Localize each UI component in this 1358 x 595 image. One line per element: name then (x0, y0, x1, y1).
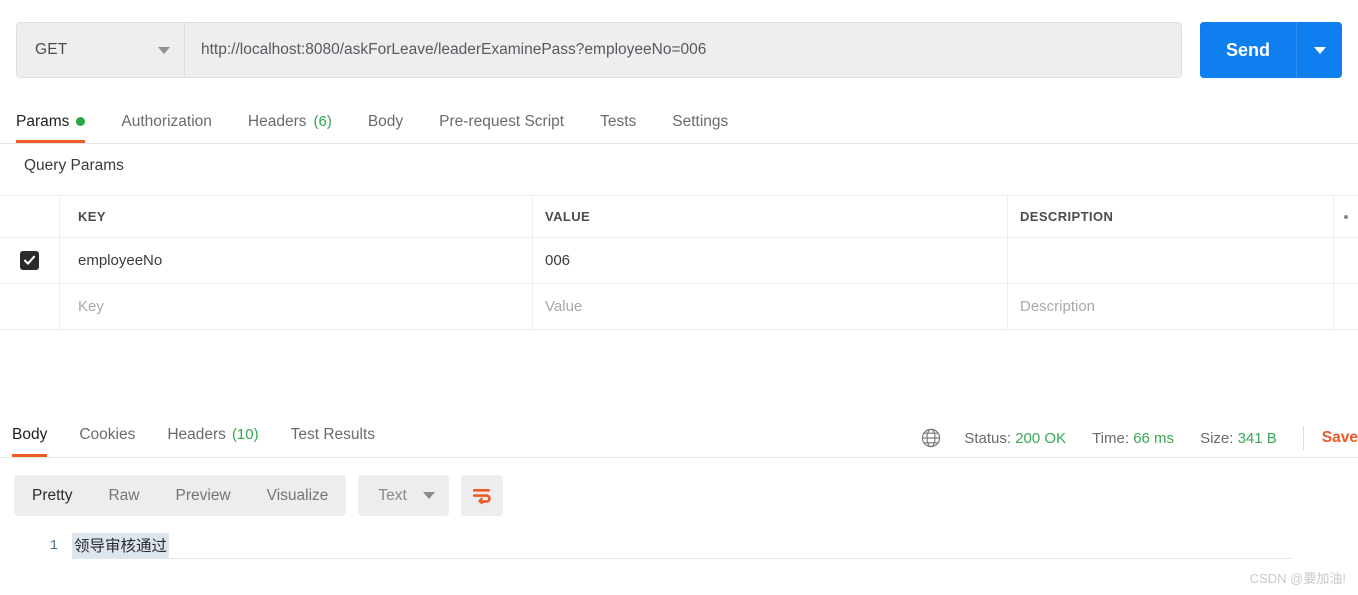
row-checkbox-cell (0, 238, 60, 283)
tab-params[interactable]: Params (16, 100, 103, 143)
tab-settings-label: Settings (672, 112, 729, 130)
time-value: 66 ms (1133, 429, 1175, 447)
param-key-input[interactable]: employeeNo (60, 238, 533, 283)
size-label: Size: (1200, 429, 1234, 447)
tab-body[interactable]: Body (350, 100, 421, 143)
http-method-label: GET (35, 41, 68, 58)
ellipsis-icon (1344, 214, 1348, 219)
time-label: Time: (1092, 429, 1130, 447)
url-bar: GET http://localhost:8080/askForLeave/le… (0, 0, 1358, 100)
response-tab-headers-label: Headers (167, 425, 226, 443)
table-row: Key Value Description (0, 284, 1358, 330)
send-options-button[interactable] (1296, 22, 1342, 78)
send-button[interactable]: Send (1199, 22, 1296, 78)
param-enabled-checkbox[interactable] (20, 251, 39, 270)
meta-divider (1302, 426, 1304, 450)
param-description-input[interactable] (1008, 238, 1334, 283)
tab-authorization[interactable]: Authorization (103, 100, 229, 143)
body-format-select[interactable]: Text (358, 475, 449, 516)
new-row-checkbox-cell (0, 284, 60, 329)
tab-tests-label: Tests (600, 112, 637, 130)
tab-pre-request-script-label: Pre-request Script (439, 112, 565, 130)
tab-settings[interactable]: Settings (654, 100, 746, 143)
tab-params-label: Params (16, 112, 70, 130)
header-value: VALUE (533, 196, 1008, 237)
globe-icon (920, 427, 942, 449)
word-wrap-toggle[interactable] (460, 475, 503, 516)
response-body-toolbar: Pretty Raw Preview Visualize Text (14, 475, 503, 516)
status-label: Status: (964, 429, 1012, 447)
method-url-group: GET http://localhost:8080/askForLeave/le… (16, 22, 1182, 78)
table-header-row: KEY VALUE DESCRIPTION (0, 195, 1358, 238)
tab-headers-label: Headers (247, 112, 307, 130)
body-view-segmented-control: Pretty Raw Preview Visualize (14, 475, 347, 516)
status-badge[interactable]: Status: 200 OK (964, 430, 1066, 447)
body-view-pretty[interactable]: Pretty (14, 475, 90, 516)
response-tab-headers[interactable]: Headers (10) (151, 412, 274, 457)
tab-tests[interactable]: Tests (582, 100, 654, 143)
response-tab-body[interactable]: Body (12, 412, 63, 457)
body-view-raw[interactable]: Raw (90, 475, 157, 516)
params-modified-dot-icon (76, 117, 86, 126)
header-description: DESCRIPTION (1008, 196, 1334, 237)
check-icon (23, 255, 36, 265)
time-badge[interactable]: Time: 66 ms (1092, 430, 1174, 447)
size-value: 341 B (1237, 429, 1277, 447)
tab-authorization-label: Authorization (121, 112, 212, 130)
new-row-actions (1334, 284, 1358, 329)
postman-request-window: GET http://localhost:8080/askForLeave/le… (0, 0, 1358, 595)
param-value-input[interactable]: 006 (533, 238, 1008, 283)
chevron-down-icon (1313, 46, 1326, 54)
body-view-preview[interactable]: Preview (158, 475, 249, 516)
send-group: Send (1199, 22, 1342, 78)
tab-pre-request-script[interactable]: Pre-request Script (421, 100, 582, 143)
save-response-link[interactable]: Save (1322, 429, 1358, 447)
row-actions (1334, 238, 1358, 283)
response-body-line: 领导审核通过 (72, 533, 170, 559)
query-params-table: KEY VALUE DESCRIPTION employeeNo 006 Key… (0, 195, 1358, 330)
response-tab-cookies[interactable]: Cookies (63, 412, 151, 457)
table-row: employeeNo 006 (0, 238, 1358, 284)
new-param-key-input[interactable]: Key (60, 284, 533, 329)
line-number: 1 (49, 538, 58, 554)
tab-body-label: Body (367, 112, 404, 130)
bulk-edit-button[interactable] (1334, 196, 1358, 237)
url-input[interactable]: http://localhost:8080/askForLeave/leader… (185, 23, 1181, 77)
header-checkbox-cell (0, 196, 60, 237)
body-view-visualize[interactable]: Visualize (249, 475, 347, 516)
tab-headers[interactable]: Headers (6) (230, 100, 350, 143)
new-param-description-input[interactable]: Description (1008, 284, 1334, 329)
query-params-title: Query Params (24, 157, 124, 174)
http-method-select[interactable]: GET (17, 23, 185, 77)
response-body-content[interactable]: 1 领导审核通过 (0, 528, 1358, 568)
chevron-down-icon (158, 46, 170, 54)
status-value: 200 OK (1015, 429, 1067, 447)
response-tab-body-label: Body (12, 425, 48, 443)
request-tabs: Params Authorization Headers (6) Body Pr… (0, 100, 1358, 144)
body-format-label: Text (378, 486, 407, 504)
response-meta: Status: 200 OK Time: 66 ms Size: 341 B S… (920, 418, 1358, 458)
code-line-divider (92, 558, 1292, 559)
tab-headers-count: (6) (313, 113, 332, 130)
watermark: CSDN @要加油! (1249, 571, 1346, 586)
new-param-value-input[interactable]: Value (533, 284, 1008, 329)
chevron-down-icon (422, 492, 435, 499)
size-badge[interactable]: Size: 341 B (1200, 430, 1277, 447)
response-tab-cookies-label: Cookies (79, 425, 136, 443)
response-tab-test-results-label: Test Results (290, 425, 376, 443)
word-wrap-icon (472, 488, 491, 504)
response-tab-headers-count: (10) (231, 426, 259, 443)
response-tab-test-results[interactable]: Test Results (275, 412, 391, 457)
header-key: KEY (60, 196, 533, 237)
